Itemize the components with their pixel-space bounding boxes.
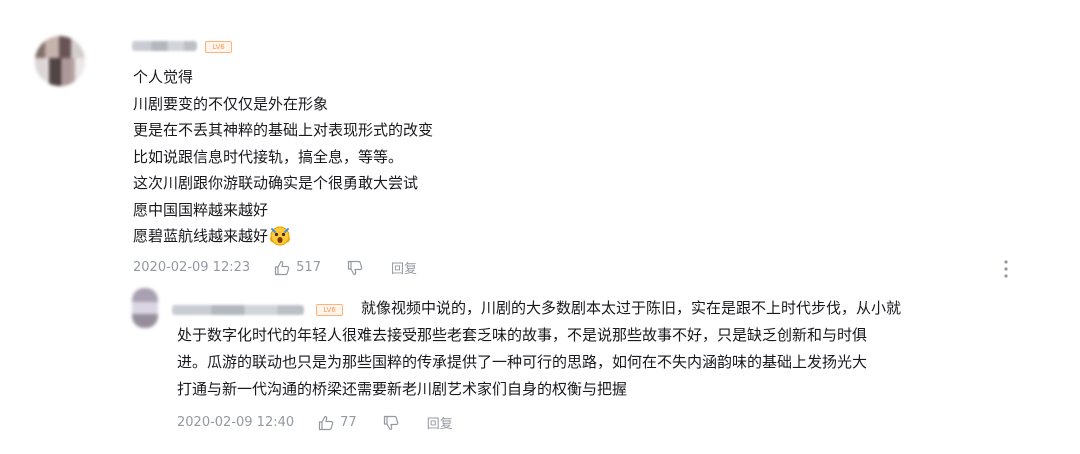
reply-dislike-button[interactable] — [383, 415, 399, 431]
user-level-badge: LV6 — [205, 41, 232, 53]
reply-line: 处于数字化时代的年轻人很难去接受那些老套乏味的故事，不是说那些故事不好，只是缺乏… — [177, 326, 868, 344]
reply-like-count: 77 — [340, 415, 357, 430]
user-avatar[interactable] — [35, 36, 85, 86]
comment-line: 比如说跟信息时代接轨，搞全息，等等。 — [133, 147, 404, 166]
reply-meta: 2020-02-09 12:40 77 回复 — [177, 413, 453, 432]
thumbs-down-icon — [383, 415, 398, 430]
reply-like-button[interactable]: 77 — [318, 415, 357, 431]
more-vertical-icon[interactable] — [1000, 258, 1012, 280]
dislike-button[interactable] — [347, 260, 363, 276]
comment-line: 更是在不丢其神粹的基础上对表现形式的改变 — [133, 121, 434, 139]
reply-button[interactable]: 回复 — [391, 258, 417, 277]
reply-line: 就像视频中说的，川剧的大多数剧本太过于陈旧，实在是跟不上时代步伐，从小就 — [361, 299, 902, 317]
like-button[interactable]: 517 — [274, 260, 321, 276]
reply-line: 打通与新一代沟通的桥梁还需要新老川剧艺术家们自身的权衡与把握 — [177, 380, 628, 398]
like-count: 517 — [296, 260, 321, 275]
comment-time: 2020-02-09 12:23 — [133, 260, 251, 275]
comment-line: 这次川剧跟你游联动确实是个很勇敢大尝试 — [133, 174, 419, 192]
comment-line: 愿中国国粹越来越好 — [133, 200, 269, 219]
surprised-face-emoji — [270, 226, 290, 245]
thumbs-up-icon — [319, 415, 334, 430]
thumbs-up-icon — [275, 260, 290, 275]
username-blurred[interactable] — [132, 41, 197, 51]
comment-line-last: 愿碧蓝航线越来越好 — [133, 223, 653, 250]
comment-line: 个人觉得 — [133, 68, 194, 86]
reply-user-avatar[interactable] — [132, 288, 158, 328]
reply-reply-button[interactable]: 回复 — [427, 413, 453, 432]
comment-line: 川剧要变的不仅仅是外在形象 — [133, 94, 329, 113]
reply-line: 进。瓜游的联动也只是为那些国粹的传承提供了一种可行的思路，如何在不失内涵韵味的基… — [177, 353, 868, 371]
reply-time: 2020-02-09 12:40 — [177, 415, 295, 430]
thumbs-down-icon — [347, 260, 363, 275]
comment-content: 个人觉得 川剧要变的不仅仅是外在形象 更是在不丢其神粹的基础上对表现形式的改变 … — [133, 64, 653, 250]
comment-meta: 2020-02-09 12:23 517 回复 — [133, 258, 417, 277]
reply-content: 就像视频中说的，川剧的大多数剧本太过于陈旧，实在是跟不上时代步伐，从小就 处于数… — [177, 295, 1037, 403]
comment-line-text: 愿碧蓝航线越来越好 — [133, 227, 269, 245]
